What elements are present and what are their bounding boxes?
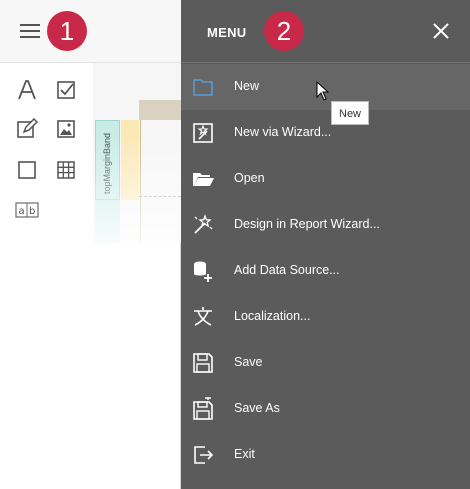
menu-item-localization[interactable]: Localization... xyxy=(181,294,470,340)
svg-text:a: a xyxy=(19,206,25,217)
shape-tool-icon[interactable] xyxy=(15,158,39,182)
table-tool-icon[interactable] xyxy=(54,158,78,182)
richtext-tool-icon[interactable] xyxy=(15,117,39,141)
checkbox-tool-icon[interactable] xyxy=(54,78,78,102)
menu-item-save-as[interactable]: Save As xyxy=(181,386,470,432)
design-surface[interactable]: topMarginBand xyxy=(93,63,181,243)
menu-item-label: New xyxy=(234,79,260,93)
save-icon xyxy=(193,353,213,373)
new-tooltip: New xyxy=(331,101,370,125)
exit-icon xyxy=(194,446,214,464)
menu-item-save[interactable]: Save xyxy=(181,340,470,386)
save-as-icon xyxy=(193,397,213,420)
wizard-new-icon xyxy=(193,123,213,143)
menu-title: MENU xyxy=(207,25,247,40)
designer-toolbar-header: 1 xyxy=(0,0,181,63)
folder-open-icon xyxy=(193,173,214,186)
menu-header: MENU xyxy=(181,0,470,63)
svg-text:b: b xyxy=(29,206,35,217)
menu-item-open[interactable]: Open xyxy=(181,156,470,202)
step-badge-1: 1 xyxy=(47,11,87,51)
menu-item-add-data-source[interactable]: Add Data Source... xyxy=(181,248,470,294)
report-designer-pane: 1 ab topMarginBand xyxy=(0,0,181,489)
menu-item-label: Save As xyxy=(234,401,280,415)
menu-item-label: Exit xyxy=(234,447,255,461)
close-menu-icon[interactable] xyxy=(433,23,449,39)
hamburger-menu-icon[interactable] xyxy=(20,22,42,40)
localization-icon xyxy=(194,307,212,326)
label-tool-icon[interactable] xyxy=(15,78,39,102)
menu-item-label: Add Data Source... xyxy=(234,263,340,277)
step-badge-2: 2 xyxy=(264,11,304,51)
add-data-source-icon xyxy=(194,261,212,282)
menu-item-label: New via Wizard... xyxy=(234,125,332,139)
menu-item-label: Localization... xyxy=(234,309,311,323)
new-document-icon xyxy=(193,79,213,96)
menu-item-label: Design in Report Wizard... xyxy=(234,217,380,231)
menu-item-design-in-report-wizard[interactable]: Design in Report Wizard... xyxy=(181,202,470,248)
menu-item-label: Open xyxy=(234,171,265,185)
mouse-pointer-icon xyxy=(316,81,330,101)
menu-item-label: Save xyxy=(234,355,263,369)
character-comb-tool-icon[interactable]: ab xyxy=(15,198,39,222)
surface-fade xyxy=(93,63,181,243)
menu-item-exit[interactable]: Exit xyxy=(181,432,470,478)
magic-wand-icon xyxy=(194,214,213,234)
picture-tool-icon[interactable] xyxy=(54,117,78,141)
main-menu-panel: MENU New New via Wizard... Open Design i… xyxy=(181,0,470,489)
menu-item-new-via-wizard[interactable]: New via Wizard... xyxy=(181,110,470,156)
